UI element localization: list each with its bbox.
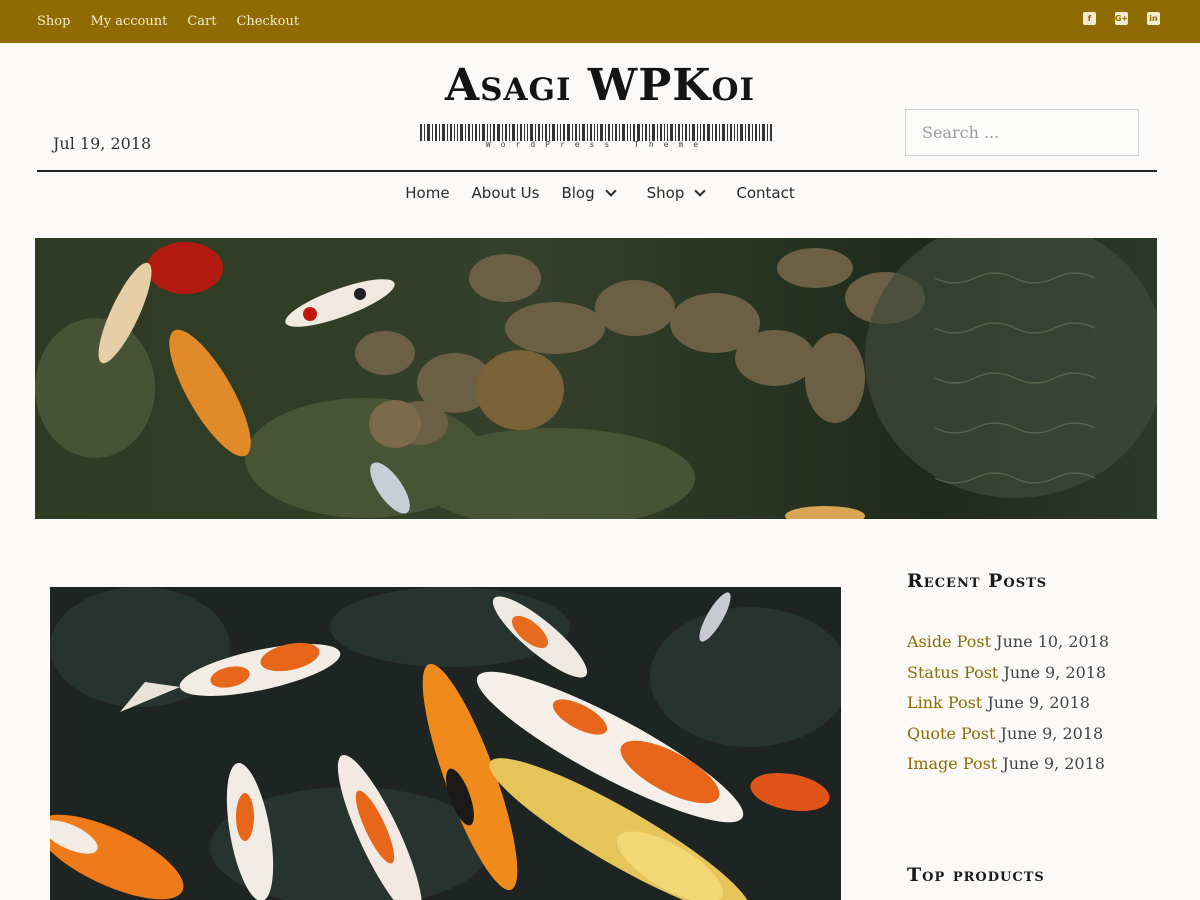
top-menu-my-account[interactable]: My account xyxy=(90,14,167,29)
hero-koi-pond-image xyxy=(35,238,1157,519)
post-featured-koi-image[interactable] xyxy=(50,587,841,900)
chevron-down-icon xyxy=(694,185,707,197)
site-title[interactable]: Asagi WPKoi xyxy=(0,60,1200,111)
nav-label: Shop xyxy=(646,184,685,202)
post-date: June 9, 2018 xyxy=(1000,723,1104,743)
recent-post-link[interactable]: Image Post xyxy=(907,754,997,773)
search-input[interactable] xyxy=(905,109,1139,156)
post-date: June 9, 2018 xyxy=(1003,662,1107,682)
nav-home[interactable]: Home xyxy=(405,184,449,202)
top-menu-cart[interactable]: Cart xyxy=(187,14,216,29)
recent-posts-list: Aside Post June 10, 2018 Status Post Jun… xyxy=(907,630,1109,783)
top-menu-checkout[interactable]: Checkout xyxy=(236,14,299,29)
main-nav: Home About Us Blog Shop Contact xyxy=(0,184,1200,202)
recent-posts-title: Recent Posts xyxy=(907,570,1048,592)
nav-label: Blog xyxy=(561,184,595,202)
top-menu: Shop My account Cart Checkout xyxy=(37,0,319,43)
top-bar: Shop My account Cart Checkout f G+ in xyxy=(0,0,1200,43)
list-item: Quote Post June 9, 2018 xyxy=(907,722,1109,753)
nav-contact[interactable]: Contact xyxy=(736,184,794,202)
google-plus-icon[interactable]: G+ xyxy=(1115,12,1128,25)
nav-shop[interactable]: Shop xyxy=(647,184,715,202)
nav-label: Home xyxy=(405,184,450,202)
top-products-title: Top products xyxy=(907,864,1045,886)
post-date: June 9, 2018 xyxy=(1002,754,1105,773)
top-menu-shop[interactable]: Shop xyxy=(37,14,70,29)
site-tagline: WordPress Theme xyxy=(485,140,709,149)
recent-post-link[interactable]: Quote Post xyxy=(907,724,995,743)
linkedin-icon[interactable]: in xyxy=(1147,12,1160,25)
header-divider xyxy=(37,170,1157,172)
barcode-logo-graphic xyxy=(420,124,772,141)
recent-post-link[interactable]: Link Post xyxy=(907,693,982,712)
social-links: f G+ in xyxy=(1083,12,1160,25)
chevron-down-icon xyxy=(604,185,617,197)
list-item: Status Post June 9, 2018 xyxy=(907,661,1109,692)
nav-label: Contact xyxy=(736,184,795,202)
header-date: Jul 19, 2018 xyxy=(53,134,152,153)
nav-blog[interactable]: Blog xyxy=(561,184,624,202)
list-item: Link Post June 9, 2018 xyxy=(907,691,1109,722)
post-date: June 10, 2018 xyxy=(996,632,1109,651)
post-date: June 9, 2018 xyxy=(987,693,1090,712)
recent-post-link[interactable]: Aside Post xyxy=(907,632,991,651)
nav-about-us[interactable]: About Us xyxy=(472,184,540,202)
facebook-icon[interactable]: f xyxy=(1083,12,1096,25)
recent-post-link[interactable]: Status Post xyxy=(907,663,998,682)
list-item: Image Post June 9, 2018 xyxy=(907,752,1109,783)
nav-label: About Us xyxy=(471,184,540,202)
list-item: Aside Post June 10, 2018 xyxy=(907,630,1109,661)
